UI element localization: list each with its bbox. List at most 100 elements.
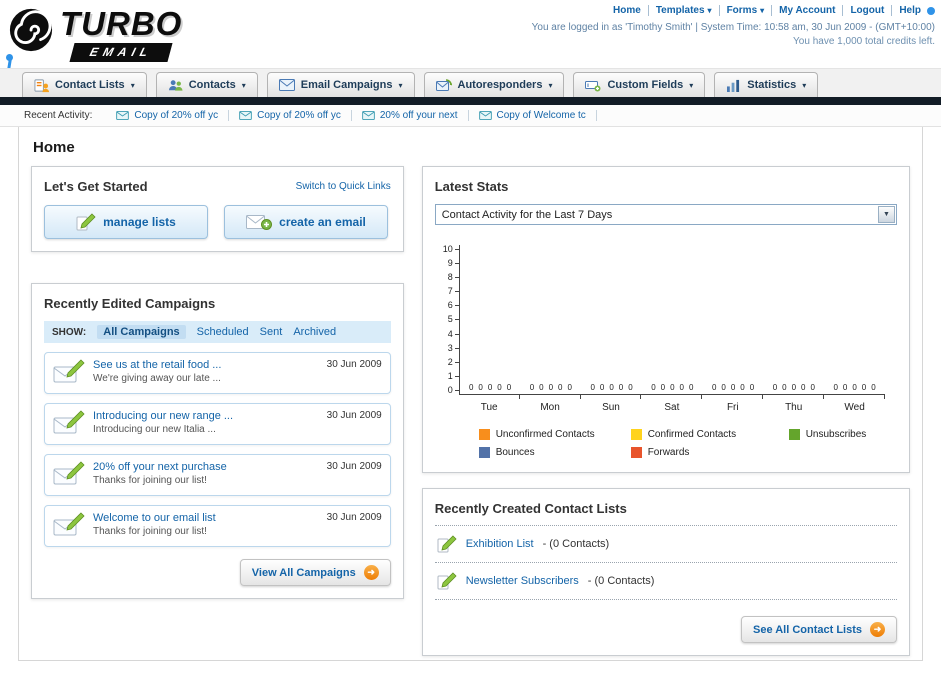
chart-value-label: 0	[842, 383, 848, 392]
campaign-row: 20% off your next purchase Thanks for jo…	[44, 454, 391, 496]
chart-value-label: 0	[548, 383, 554, 392]
autoresponders-icon	[435, 79, 452, 91]
chart-x-labels: Tue Mon Sun Sat Fri Thu Wed	[459, 402, 885, 413]
custom-fields-icon	[585, 81, 601, 92]
nav-tab-autoresponders[interactable]: Autoresponders ▾	[423, 72, 565, 97]
y-axis-tick: 1	[448, 371, 459, 381]
logo-swirl-icon	[9, 8, 53, 52]
header-link-logout[interactable]: Logout	[843, 5, 893, 16]
y-axis-tick: 2	[448, 357, 459, 367]
legend-label: Unsubscribes	[805, 429, 867, 440]
y-axis-tick: 9	[448, 259, 459, 268]
nav-tab-contact-lists[interactable]: Contact Lists ▾	[22, 72, 147, 97]
legend-swatch-icon	[630, 429, 642, 440]
chart-value-label: 0	[539, 383, 544, 392]
recent-activity-item[interactable]: Copy of 20% off yc	[106, 110, 230, 121]
contact-list-count: - (0 Contacts)	[587, 575, 655, 587]
filter-tab-archived[interactable]: Archived	[293, 326, 336, 338]
filter-tab-all-campaigns[interactable]: All Campaigns	[97, 325, 186, 339]
x-axis-tick	[581, 395, 642, 399]
manage-lists-button[interactable]: manage lists	[44, 205, 208, 239]
envelope-pencil-icon	[53, 359, 85, 383]
nav-tab-custom-fields[interactable]: Custom Fields ▾	[573, 72, 706, 97]
nav-tab-email-campaigns[interactable]: Email Campaigns ▾	[266, 72, 415, 97]
chart-value-group: 00000	[642, 383, 703, 394]
chart-value-label: 0	[478, 383, 483, 392]
campaign-date: 30 Jun 2009	[326, 359, 382, 370]
chart-value-label: 0	[791, 383, 797, 392]
campaign-filter-bar: SHOW: All Campaigns Scheduled Sent Archi…	[44, 321, 391, 343]
nav-tab-label: Autoresponders	[457, 79, 543, 91]
contact-lists-icon	[34, 78, 49, 92]
contact-list-name-link[interactable]: Exhibition List	[466, 538, 534, 550]
header-link-forms[interactable]: Forms ▾	[720, 5, 773, 16]
chart-legend: Unconfirmed Contacts Confirmed Contacts Un…	[478, 429, 897, 458]
stats-period-select[interactable]: Contact Activity for the Last 7 Days ▼	[434, 204, 897, 225]
view-all-campaigns-button[interactable]: View All Campaigns ➜	[239, 559, 391, 586]
chart-value-label: 0	[782, 383, 787, 392]
dropdown-arrow-icon: ▼	[878, 206, 895, 223]
envelope-pencil-icon	[53, 461, 85, 485]
x-axis-tick	[763, 395, 825, 399]
create-email-button[interactable]: create an email	[224, 205, 388, 239]
campaign-row: Welcome to our email list Thanks for joi…	[44, 505, 391, 547]
header-link-home[interactable]: Home	[606, 5, 649, 16]
recent-activity-item[interactable]: Copy of 20% off yc	[229, 110, 352, 121]
legend-item: Forwards	[630, 447, 789, 458]
email-campaigns-icon	[278, 79, 295, 91]
switch-quick-links-link[interactable]: Switch to Quick Links	[296, 181, 391, 192]
campaign-date: 30 Jun 2009	[326, 512, 382, 523]
filter-tab-sent[interactable]: Sent	[260, 326, 283, 338]
chevron-down-icon: ▾	[689, 80, 694, 90]
pencil-paper-icon	[437, 535, 457, 553]
campaign-title-link[interactable]: 20% off your next purchase	[93, 461, 227, 473]
nav-tab-contacts[interactable]: Contacts ▾	[155, 72, 258, 97]
chart-value-label: 0	[711, 383, 717, 392]
contacts-icon	[168, 79, 183, 91]
legend-swatch-icon	[478, 429, 490, 440]
latest-stats-title: Latest Stats	[434, 179, 509, 194]
pencil-paper-icon	[76, 213, 96, 231]
chart-value-group: 00000	[460, 383, 521, 394]
chevron-down-icon: ▾	[548, 80, 553, 90]
x-axis-label: Sat	[664, 402, 680, 413]
chart-value-label: 0	[651, 383, 656, 392]
envelope-icon	[239, 111, 252, 120]
chart-value-label: 0	[740, 383, 745, 392]
recent-campaigns-title: Recently Edited Campaigns	[44, 296, 216, 311]
nav-tab-statistics[interactable]: Statistics ▾	[714, 72, 819, 97]
chart-value-label: 0	[487, 383, 493, 392]
chart-value-label: 0	[660, 383, 666, 392]
y-axis-tick: 0	[448, 385, 459, 395]
chart-value-label: 0	[721, 383, 726, 392]
header-link-templates[interactable]: Templates ▾	[649, 5, 720, 16]
header-right: Home Templates ▾ Forms ▾ My Account Logout…	[532, 5, 935, 47]
header-link-my-account[interactable]: My Account	[772, 5, 844, 16]
recent-activity-item[interactable]: Copy of Welcome tc	[469, 110, 597, 121]
recent-campaigns-panel: Recently Edited Campaigns SHOW: All Camp…	[31, 283, 404, 599]
stats-period-value: Contact Activity for the Last 7 Days	[441, 208, 613, 221]
chart-value-label: 0	[801, 383, 806, 392]
y-axis-tick: 4	[448, 329, 459, 339]
chart-y-axis: 10 9 8 7 6 5 4 3 2 1 0	[435, 245, 459, 395]
campaign-subtitle: Introducing our new Italia ...	[93, 424, 216, 435]
campaign-row: See us at the retail food ... We're givi…	[44, 352, 391, 394]
chart-value-label: 0	[810, 383, 815, 392]
legend-label: Confirmed Contacts	[647, 429, 737, 440]
contact-list-name-link[interactable]: Newsletter Subscribers	[466, 575, 579, 587]
legend-item: Unconfirmed Contacts	[478, 429, 631, 440]
y-axis-tick: 8	[448, 273, 459, 282]
chart-x-ticks	[459, 395, 886, 399]
chart-value-label: 0	[618, 383, 624, 392]
legend-label: Bounces	[495, 447, 535, 458]
filter-tab-scheduled[interactable]: Scheduled	[197, 326, 249, 338]
campaign-title-link[interactable]: Welcome to our email list	[93, 512, 216, 524]
recent-contact-lists-panel: Recently Created Contact Lists Exhibitio…	[421, 488, 910, 656]
campaign-title-link[interactable]: See us at the retail food ...	[93, 359, 221, 371]
notification-dot-icon	[927, 6, 935, 15]
see-all-contact-lists-button[interactable]: See All Contact Lists ➜	[740, 616, 897, 643]
campaign-title-link[interactable]: Introducing our new range ...	[93, 410, 233, 422]
legend-item: Confirmed Contacts	[630, 429, 789, 440]
recent-activity-item[interactable]: 20% off your next	[352, 110, 469, 121]
header-link-help[interactable]: Help	[892, 5, 925, 16]
